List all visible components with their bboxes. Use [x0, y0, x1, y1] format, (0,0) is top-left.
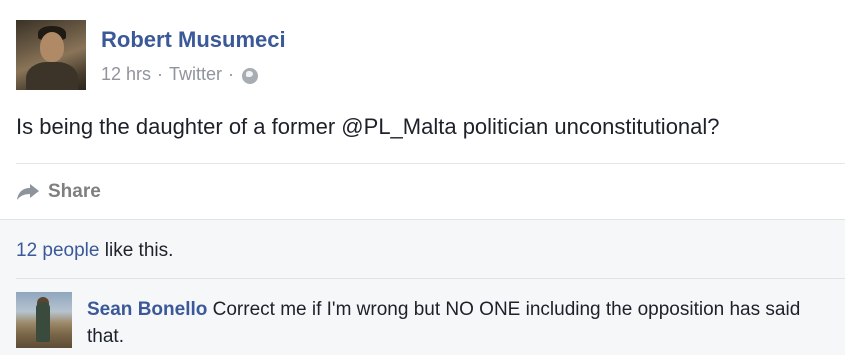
author-name-link[interactable]: Robert Musumeci: [101, 27, 286, 53]
post-source[interactable]: Twitter: [169, 64, 222, 85]
meta-separator-2: ·: [228, 64, 235, 84]
comment-body: Sean Bonello Correct me if I'm wrong but…: [87, 296, 837, 350]
feedback-section: 12 people like this. Sean Bonello Correc…: [0, 219, 845, 355]
avatar-face: [40, 32, 64, 62]
commenter-avatar[interactable]: [16, 292, 72, 348]
post-text: Is being the daughter of a former @PL_Ma…: [16, 114, 720, 139]
commenter-name-link[interactable]: Sean Bonello: [87, 299, 207, 320]
post-header: Robert Musumeci 12 hrs · Twitter ·: [16, 20, 816, 90]
globe-icon[interactable]: [242, 67, 259, 84]
post-timestamp[interactable]: 12 hrs: [101, 64, 151, 85]
facebook-post: Robert Musumeci 12 hrs · Twitter · Is be…: [0, 0, 845, 355]
avatar-body: [26, 62, 78, 90]
divider: [16, 278, 845, 279]
post-meta: 12 hrs · Twitter ·: [101, 64, 259, 85]
likes-summary: 12 people like this.: [16, 240, 173, 262]
likes-suffix: like this.: [99, 240, 174, 261]
likes-count-link[interactable]: 12 people: [16, 240, 99, 261]
share-button[interactable]: Share: [16, 178, 101, 206]
meta-separator: ·: [157, 64, 164, 84]
share-arrow-icon: [17, 184, 39, 200]
author-avatar[interactable]: [16, 20, 86, 90]
share-label: Share: [48, 181, 101, 202]
divider: [16, 163, 845, 164]
avatar-figure: [36, 302, 50, 342]
